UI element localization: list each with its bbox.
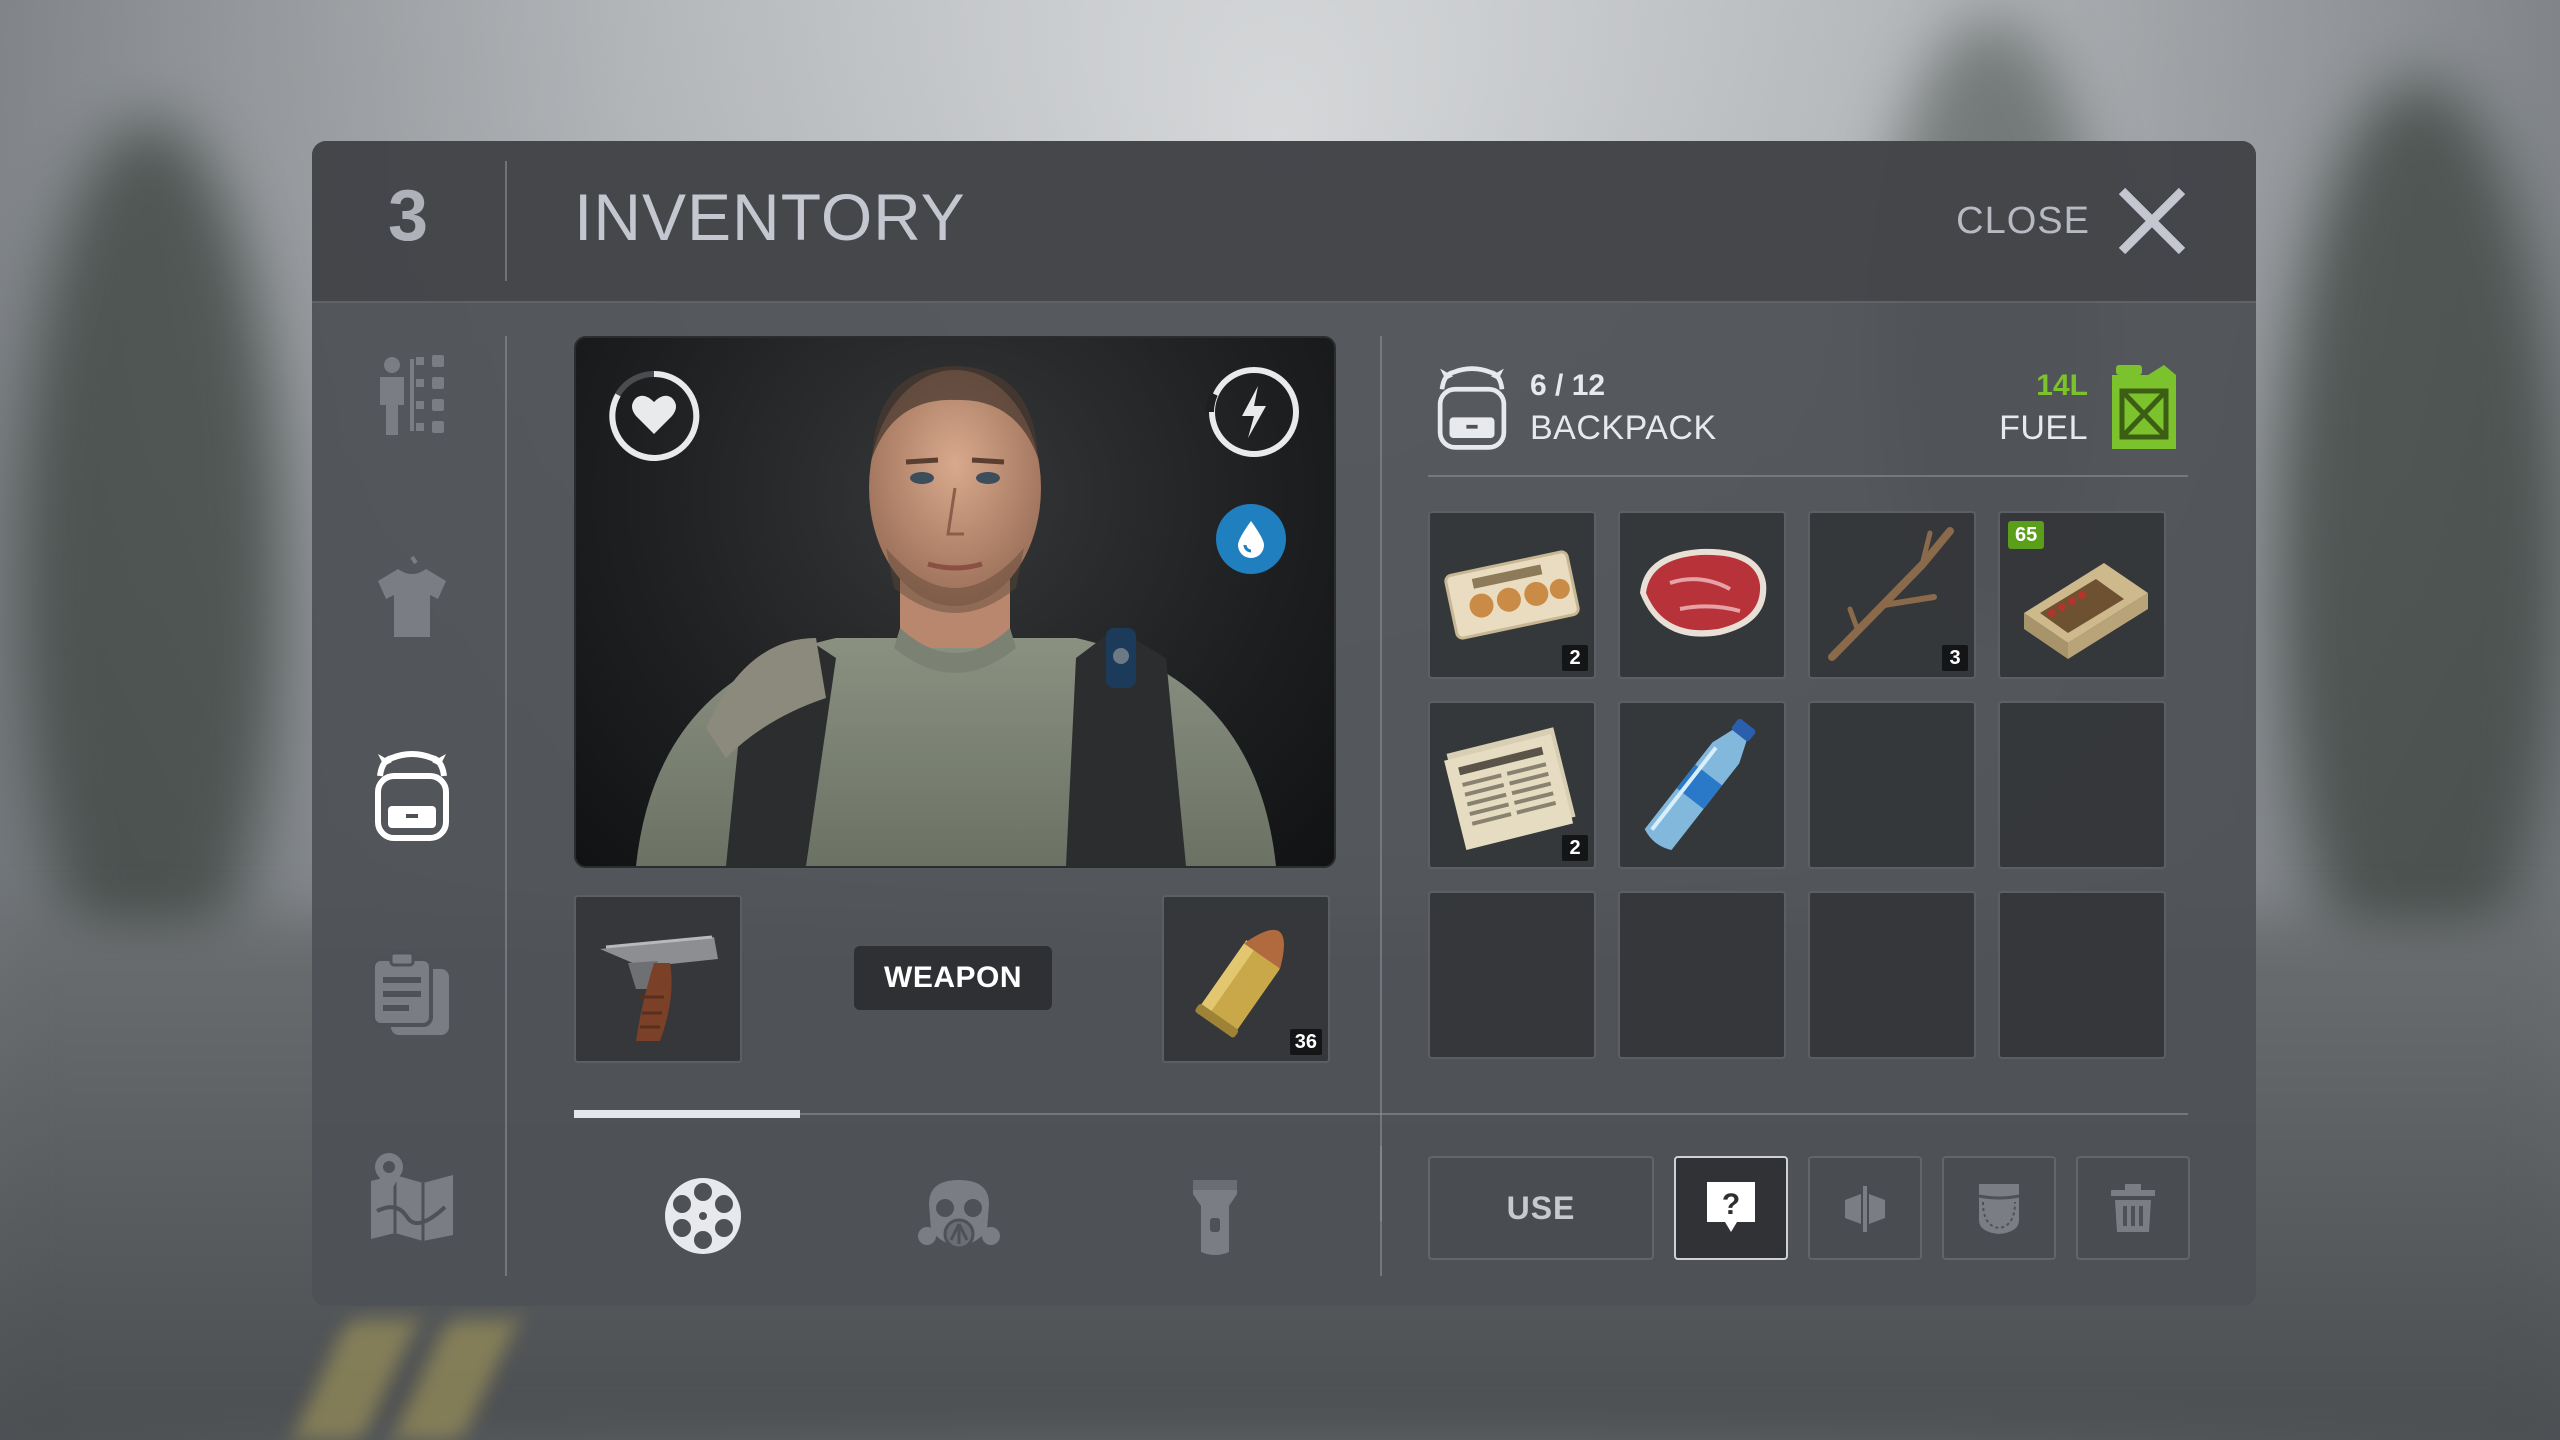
backpack-slot-empty[interactable]: [1618, 891, 1786, 1059]
backpack-slot[interactable]: 65: [1998, 511, 2166, 679]
backpack-count: 6 / 12: [1530, 369, 1606, 402]
close-label: CLOSE: [1956, 199, 2090, 242]
backpack-slot[interactable]: [1618, 511, 1786, 679]
item-quantity: 2: [1562, 835, 1588, 861]
backpack-slot-empty[interactable]: [1808, 891, 1976, 1059]
backpack-slot[interactable]: 2: [1428, 701, 1596, 869]
sidebar-item-journal[interactable]: [362, 946, 462, 1046]
sidebar-item-character[interactable]: [362, 346, 462, 446]
column-divider: [1380, 336, 1382, 1221]
map-icon: [371, 1153, 453, 1241]
fuel-amount: 14L: [2036, 369, 2088, 402]
page-number: 3: [388, 176, 429, 256]
use-label: USE: [1506, 1189, 1576, 1226]
sidebar-item-clothing[interactable]: [362, 546, 462, 646]
revolver-cylinder-icon: [665, 1178, 741, 1254]
tab-indicator: [574, 1110, 800, 1118]
sidebar-divider: [505, 336, 507, 1276]
weapon-slot[interactable]: [574, 895, 742, 1063]
backpack-header-icon: [1437, 366, 1507, 450]
fuel-label: FUEL: [1999, 409, 2088, 447]
tab-tools[interactable]: [1160, 1161, 1270, 1271]
backpack-slot-empty[interactable]: [1998, 891, 2166, 1059]
pocket-icon: [1978, 1184, 2020, 1234]
weapon-label: WEAPON: [854, 946, 1052, 1010]
ammo-count: 36: [1289, 1029, 1322, 1055]
health-ring: [609, 370, 700, 461]
item-quantity: 3: [1942, 645, 1968, 671]
inventory-panel: 3 INVENTORY CLOSE WEAPON 36 6 / 12 BACKP…: [312, 141, 2256, 1306]
heart-icon: [632, 395, 676, 434]
header-divider: [505, 161, 507, 281]
svg-text:?: ?: [1722, 1188, 1740, 1221]
close-button[interactable]: CLOSE: [1956, 179, 2190, 263]
use-button[interactable]: USE: [1428, 1156, 1654, 1260]
water-bottle-item: [1644, 718, 1756, 851]
backpack-slot[interactable]: [1618, 701, 1786, 869]
tab-weapons[interactable]: [648, 1161, 758, 1271]
fuel-can-icon: [2112, 365, 2176, 449]
backpack-slot-empty[interactable]: [1428, 891, 1596, 1059]
journal-icon: [371, 951, 449, 1035]
backpack-slot-empty[interactable]: [1998, 701, 2166, 869]
raw-steak-item: [1640, 548, 1767, 637]
sidebar-item-map[interactable]: [362, 1146, 462, 1246]
page-title: INVENTORY: [574, 180, 966, 254]
clothing-icon: [378, 555, 446, 637]
flashlight-icon: [1193, 1180, 1237, 1255]
actions-divider: [1380, 1146, 1382, 1276]
pocket-button[interactable]: [1942, 1156, 2056, 1260]
water-drop-icon: [1238, 521, 1264, 558]
backpack-slot-empty[interactable]: [1808, 701, 1976, 869]
gas-mask-icon: [918, 1180, 1000, 1250]
hydration-badge: [1216, 504, 1286, 574]
backpack-divider: [1428, 475, 2188, 477]
tab-gear[interactable]: [904, 1161, 1014, 1271]
backpack-slot[interactable]: 3: [1808, 511, 1976, 679]
help-button[interactable]: ?: [1674, 1156, 1788, 1260]
split-button[interactable]: [1808, 1156, 1922, 1260]
energy-ring: [1206, 367, 1299, 457]
backpack-slot[interactable]: 2: [1428, 511, 1596, 679]
energy-icon: [1242, 386, 1266, 438]
tabs-divider: [574, 1113, 2188, 1115]
character-stats-icon: [380, 355, 444, 435]
pistol-item: [600, 935, 718, 1041]
sidebar-item-backpack[interactable]: [362, 746, 462, 846]
close-icon: [2118, 187, 2186, 255]
backpack-label: BACKPACK: [1530, 409, 1717, 447]
character-portrait: [574, 336, 1336, 868]
item-badge: 65: [2008, 521, 2045, 549]
item-quantity: 2: [1562, 645, 1588, 671]
backpack-icon: [375, 751, 449, 841]
split-icon: [1845, 1186, 1885, 1232]
ammo-slot[interactable]: 36: [1162, 895, 1330, 1063]
trash-icon: [2111, 1184, 2155, 1232]
header-bar: 3 INVENTORY CLOSE: [312, 141, 2256, 303]
help-icon: ?: [1707, 1182, 1755, 1232]
trash-button[interactable]: [2076, 1156, 2190, 1260]
